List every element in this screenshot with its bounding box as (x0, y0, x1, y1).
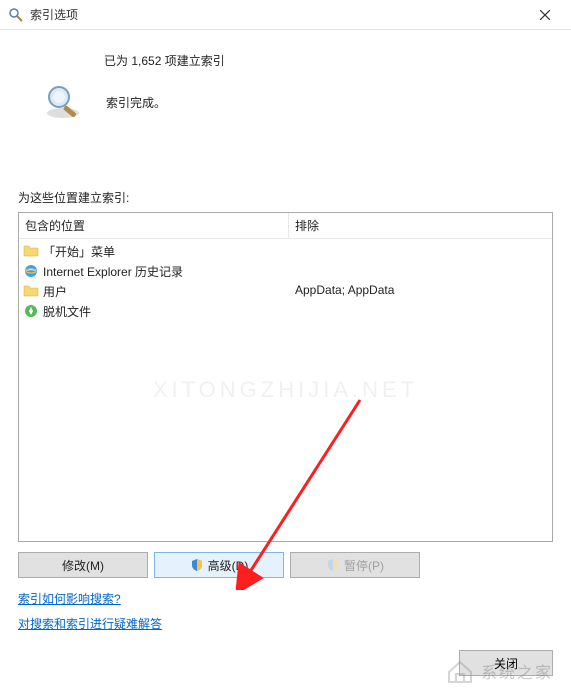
list-item[interactable]: 脱机文件 (19, 301, 289, 321)
button-row: 修改(M) 高级(D) 暂停(P) (18, 552, 553, 578)
corner-watermark: 系统之家 (445, 658, 553, 684)
link-troubleshoot[interactable]: 对搜索和索引进行疑难解答 (18, 615, 553, 632)
dialog-body: 已为 1,652 项建立索引 索引完成。 为这些位置建立索引: 包含的位置 排除… (0, 30, 571, 690)
list-item[interactable]: Internet Explorer 历史记录 (19, 261, 289, 281)
folder-icon (23, 243, 39, 259)
list-item[interactable]: 用户 (19, 281, 289, 301)
list-item-label: 「开始」菜单 (43, 243, 115, 260)
watermark-label: 系统之家 (481, 659, 553, 683)
watermark-text: XITONGZHIJIA.NET (153, 377, 418, 403)
column-included[interactable]: 包含的位置 (19, 213, 289, 238)
locations-listbox: 包含的位置 排除 「开始」菜单 Internet Explorer 历史记录 用… (18, 212, 553, 542)
window-close-button[interactable] (525, 1, 565, 29)
button-label: 高级(D) (208, 557, 249, 574)
shield-icon (326, 558, 340, 572)
window-title: 索引选项 (30, 6, 78, 23)
close-icon (540, 10, 550, 20)
list-item-label: 脱机文件 (43, 303, 91, 320)
locations-label: 为这些位置建立索引: (18, 189, 553, 206)
list-item-label: 用户 (43, 283, 67, 300)
magnifier-icon (42, 81, 84, 123)
modify-button[interactable]: 修改(M) (18, 552, 148, 578)
exclusion-text: AppData; AppData (289, 281, 552, 299)
button-label: 修改(M) (62, 557, 104, 574)
button-label: 暂停(P) (344, 557, 384, 574)
house-icon (445, 658, 475, 684)
column-excluded[interactable]: 排除 (289, 213, 552, 238)
index-count-text: 已为 1,652 项建立索引 (104, 52, 553, 69)
titlebar: 索引选项 (0, 0, 571, 30)
help-links: 索引如何影响搜索? 对搜索和索引进行疑难解答 (18, 590, 553, 632)
offline-files-icon (23, 303, 39, 319)
list-item-label: Internet Explorer 历史记录 (43, 263, 183, 280)
advanced-button[interactable]: 高级(D) (154, 552, 284, 578)
folder-icon (23, 283, 39, 299)
index-options-icon (8, 7, 24, 23)
ie-icon (23, 263, 39, 279)
locations-header: 包含的位置 排除 (19, 213, 552, 239)
list-item[interactable]: 「开始」菜单 (19, 241, 289, 261)
pause-button: 暂停(P) (290, 552, 420, 578)
index-status-text: 索引完成。 (106, 94, 166, 111)
link-how-affects-search[interactable]: 索引如何影响搜索? (18, 590, 553, 607)
status-row: 索引完成。 (42, 81, 553, 123)
shield-icon (190, 558, 204, 572)
